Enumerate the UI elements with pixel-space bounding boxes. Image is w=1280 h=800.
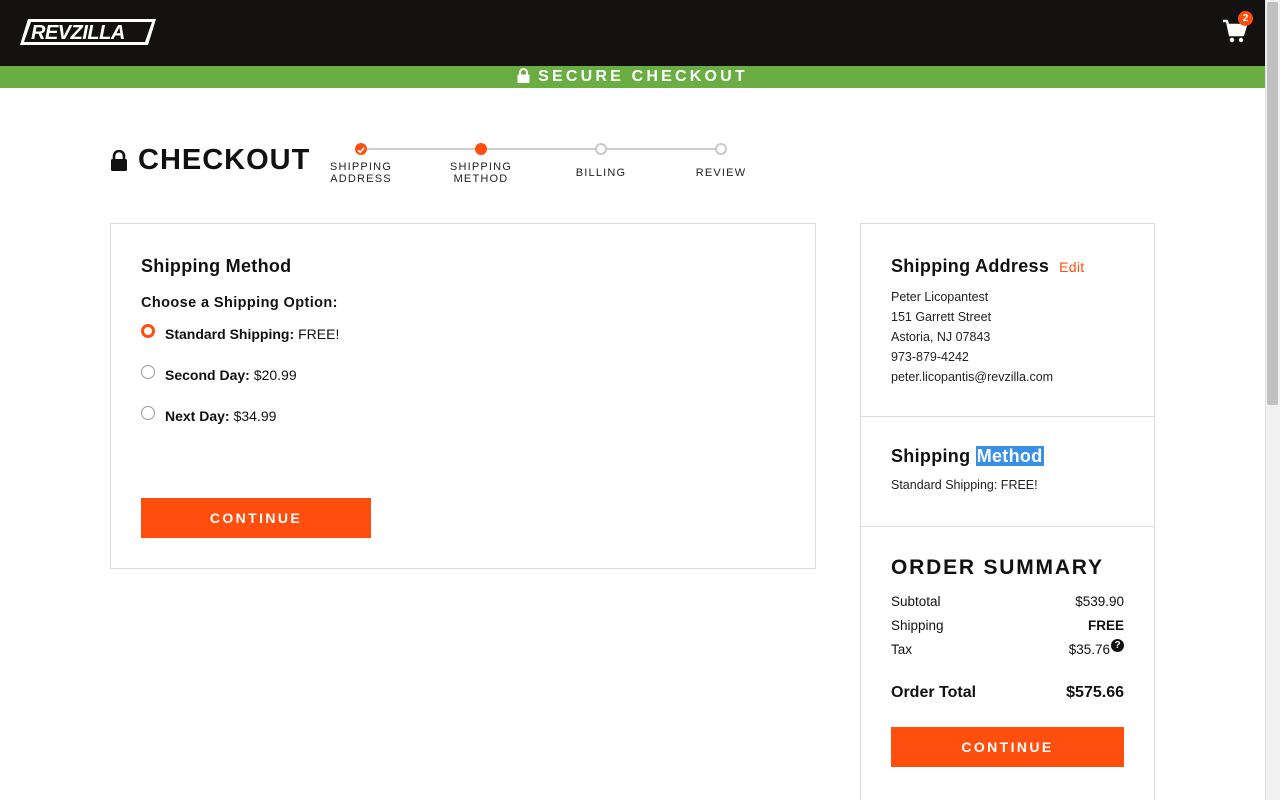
step-shipping-address[interactable]: SHIPPING ADDRESS — [321, 140, 401, 185]
step-pending-dot — [715, 143, 727, 155]
checkout-progress: SHIPPING ADDRESS SHIPPING METHOD BILLING R… — [330, 140, 760, 190]
step-label: SHIPPING — [449, 161, 513, 173]
shipping-method-panel: Shipping Method Choose a Shipping Option… — [110, 223, 816, 569]
shipping-row: Shipping FREE — [891, 618, 1124, 633]
step-label: METHOD — [453, 173, 509, 185]
order-sidebar: Shipping Address Edit Peter Licopantest 1… — [860, 223, 1155, 800]
selected-shipping-method: Standard Shipping: FREE! — [891, 478, 1038, 492]
step-review: REVIEW — [681, 140, 761, 179]
option-name: Second Day: — [165, 367, 250, 383]
shipping-option-prompt: Choose a Shipping Option: — [141, 295, 338, 311]
shipping-method-heading: Shipping Method — [141, 256, 292, 276]
step-label: SHIPPING — [329, 161, 393, 173]
step-current-dot — [475, 143, 487, 155]
page-title: CHECKOUT — [110, 142, 310, 178]
check-icon — [355, 143, 367, 155]
secure-checkout-bar: SECURE CHECKOUT — [0, 66, 1265, 88]
secure-checkout-label: SECURE CHECKOUT — [538, 68, 748, 85]
step-label: BILLING — [575, 167, 627, 179]
step-label: ADDRESS — [330, 173, 392, 185]
lock-icon — [111, 149, 127, 171]
subtotal-row: Subtotal $539.90 — [891, 594, 1124, 609]
radio-unselected[interactable] — [141, 406, 155, 420]
tax-label: Tax — [891, 642, 913, 657]
heading-word: Shipping — [891, 446, 971, 466]
address-line: Peter Licopantest — [891, 290, 989, 304]
help-icon[interactable]: ? — [1111, 639, 1124, 652]
address-line: 151 Garrett Street — [891, 310, 992, 324]
step-pending-dot — [595, 143, 607, 155]
revzilla-logo[interactable]: REVZILLA — [20, 17, 156, 47]
progress-line — [366, 148, 720, 150]
divider — [861, 416, 1154, 417]
shipping-address-title: Shipping Address — [891, 256, 1050, 276]
radio-selected[interactable] — [141, 324, 155, 338]
checkout-title: CHECKOUT — [138, 143, 311, 176]
continue-button[interactable]: CONTINUE — [141, 498, 371, 538]
divider — [861, 526, 1154, 527]
shipping-label: Shipping — [891, 618, 944, 633]
subtotal-value: $539.90 — [1075, 594, 1124, 609]
shipping-value: FREE — [1087, 618, 1124, 633]
option-name: Standard Shipping: — [165, 326, 295, 342]
address-line: Astoria, NJ 07843 — [891, 330, 991, 344]
shipping-address-heading: Shipping Address Edit — [891, 256, 1084, 277]
step-label: REVIEW — [695, 167, 747, 179]
tax-row: Tax $35.76? — [891, 639, 1124, 658]
step-billing: BILLING — [561, 140, 641, 179]
summary-continue-button[interactable]: CONTINUE — [891, 727, 1124, 767]
logo-text: REVZILLA — [31, 22, 125, 44]
option-price: FREE! — [298, 326, 340, 342]
tax-value: $35.76 — [1068, 642, 1110, 657]
shipping-address-block: Peter Licopantest 151 Garrett Street Ast… — [891, 287, 1053, 387]
option-price: $20.99 — [253, 367, 297, 383]
site-header — [0, 0, 1265, 66]
shipping-option-standard[interactable]: Standard Shipping: FREE! — [141, 324, 340, 342]
radio-unselected[interactable] — [141, 365, 155, 379]
sidebar-shipping-method-heading: Shipping Method — [891, 446, 1044, 467]
lock-icon — [517, 68, 530, 83]
option-price: $34.99 — [233, 408, 277, 424]
order-summary-heading: ORDER SUMMARY — [891, 556, 1104, 579]
order-total-row: Order Total $575.66 — [891, 684, 1124, 702]
subtotal-label: Subtotal — [891, 594, 941, 609]
address-line: peter.licopantis@revzilla.com — [891, 370, 1054, 384]
edit-address-link[interactable]: Edit — [1059, 259, 1084, 275]
step-shipping-method[interactable]: SHIPPING METHOD — [441, 140, 521, 185]
option-name: Next Day: — [165, 408, 230, 424]
shipping-option-second-day[interactable]: Second Day: $20.99 — [141, 365, 297, 383]
highlighted-heading-word: Method — [975, 446, 1044, 466]
order-total-label: Order Total — [891, 684, 977, 701]
address-line: 973-879-4242 — [891, 350, 969, 364]
scrollbar-thumb[interactable] — [1267, 2, 1278, 405]
cart-count-badge: 2 — [1238, 11, 1253, 26]
shipping-option-next-day[interactable]: Next Day: $34.99 — [141, 406, 277, 424]
order-total-value: $575.66 — [1066, 684, 1124, 701]
